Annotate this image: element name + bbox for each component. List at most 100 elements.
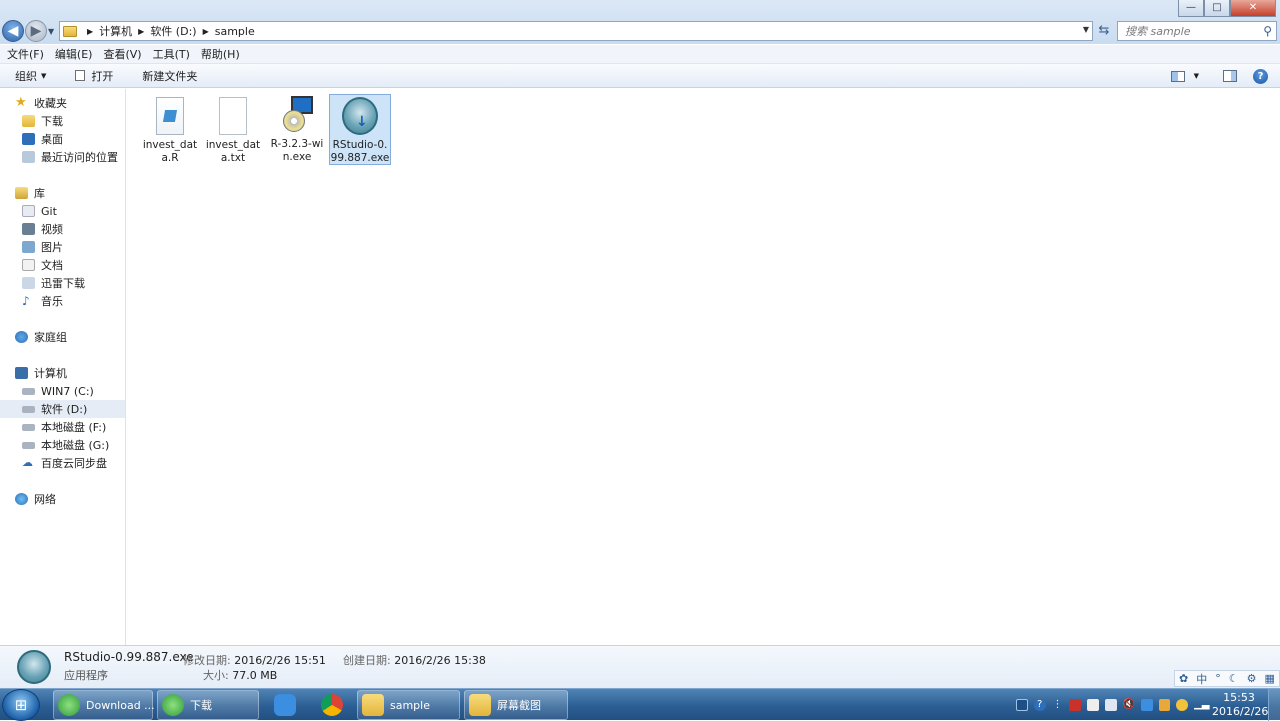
window-title-bar: — □ ✕ ◀ ▶ ▼ ▶ 计算机 ▶ 软件 (D:) ▶ sample ▼ ⇆ 搜… bbox=[0, 0, 1280, 44]
file-item[interactable]: invest_dat a.txt bbox=[202, 94, 264, 165]
document-icon bbox=[22, 259, 35, 271]
tray-app-icon[interactable] bbox=[1158, 699, 1171, 711]
nav-item-baidu-cloud[interactable]: ☁ 百度云同步盘 bbox=[22, 454, 107, 472]
preview-pane-icon[interactable] bbox=[1223, 70, 1237, 82]
tray-app-icon[interactable] bbox=[1140, 699, 1153, 711]
details-file-type: 应用程序 bbox=[64, 669, 108, 682]
chevron-right-icon[interactable]: ▶ bbox=[138, 27, 144, 36]
address-bar[interactable]: ▶ 计算机 ▶ 软件 (D:) ▶ sample ▼ bbox=[59, 21, 1093, 41]
details-size: 大小: 77.0 MB bbox=[203, 669, 278, 682]
nav-item-downloads[interactable]: 下载 bbox=[22, 112, 63, 130]
menu-view[interactable]: 查看(V) bbox=[103, 46, 141, 62]
back-button[interactable]: ◀ bbox=[2, 20, 24, 42]
view-options-chevron-icon[interactable]: ▼ bbox=[1194, 72, 1199, 80]
nav-favorites[interactable]: ★ 收藏夹 bbox=[15, 94, 67, 112]
rstudio-installer-icon bbox=[342, 97, 378, 135]
nav-item-music[interactable]: ♪ 音乐 bbox=[22, 292, 63, 310]
taskbar-item[interactable]: 下载 bbox=[157, 690, 259, 720]
volume-muted-icon[interactable]: 🔇 bbox=[1123, 699, 1135, 711]
ime-punctuation-icon[interactable]: ° bbox=[1215, 672, 1221, 685]
taskbar-item[interactable]: 屏幕截图 bbox=[464, 690, 568, 720]
chevron-right-icon[interactable]: ▶ bbox=[87, 27, 93, 36]
nav-network[interactable]: 网络 bbox=[15, 490, 56, 508]
nav-item-git[interactable]: Git bbox=[22, 202, 57, 220]
nav-item-pictures[interactable]: 图片 bbox=[22, 238, 63, 256]
taskbar-pinned-chrome[interactable] bbox=[314, 690, 350, 720]
show-desktop-button[interactable] bbox=[1268, 689, 1280, 721]
close-button[interactable]: ✕ bbox=[1230, 0, 1276, 17]
taskbar-item[interactable]: Download ... bbox=[53, 690, 155, 720]
nav-library[interactable]: 库 bbox=[15, 184, 45, 202]
tray-app-icon[interactable] bbox=[1176, 699, 1189, 711]
menu-tools[interactable]: 工具(T) bbox=[153, 46, 190, 62]
system-tray: ? ⋮ 🔇 ▁▃ bbox=[1016, 689, 1212, 721]
desktop-icon bbox=[22, 133, 35, 145]
breadcrumb-sample[interactable]: sample bbox=[215, 25, 255, 38]
nav-item-documents[interactable]: 文档 bbox=[22, 256, 63, 274]
ime-settings-icon[interactable]: ⚙ bbox=[1247, 672, 1257, 685]
open-button[interactable]: 打开 bbox=[61, 68, 113, 84]
new-folder-button[interactable]: 新建文件夹 bbox=[128, 68, 197, 84]
file-item[interactable]: R-3.2.3-wi n.exe bbox=[266, 94, 328, 165]
window-controls: — □ ✕ bbox=[1178, 0, 1276, 17]
search-input[interactable]: 搜索 sample ⚲ bbox=[1117, 21, 1277, 41]
nav-item-videos[interactable]: 视频 bbox=[22, 220, 63, 238]
taskbar-clock[interactable]: 15:53 2016/2/26 bbox=[1212, 691, 1268, 719]
nav-item-drive-d[interactable]: 软件 (D:) bbox=[0, 400, 125, 418]
nav-item-thunder-downloads[interactable]: 迅雷下载 bbox=[22, 274, 85, 292]
folder-icon bbox=[469, 694, 491, 716]
help-icon[interactable]: ? bbox=[1253, 68, 1268, 84]
minimize-button[interactable]: — bbox=[1178, 0, 1204, 17]
tray-app-icon[interactable] bbox=[1069, 699, 1082, 711]
tray-app-icon[interactable] bbox=[1016, 699, 1028, 711]
nav-computer[interactable]: 计算机 bbox=[15, 364, 67, 382]
nav-homegroup[interactable]: 家庭组 bbox=[15, 328, 67, 346]
text-file-icon bbox=[219, 97, 247, 135]
address-dropdown-icon[interactable]: ▼ bbox=[1083, 25, 1089, 34]
nav-item-drive-f[interactable]: 本地磁盘 (F:) bbox=[22, 418, 106, 436]
folder-icon bbox=[63, 25, 77, 37]
recent-pages-dropdown[interactable]: ▼ bbox=[48, 27, 54, 36]
ime-mode[interactable]: 中 bbox=[1196, 671, 1207, 687]
thunder-download-icon bbox=[22, 277, 35, 289]
ime-grid-icon[interactable]: ▦ bbox=[1265, 672, 1275, 685]
video-icon bbox=[22, 223, 35, 235]
refresh-icon[interactable]: ⇆ bbox=[1095, 21, 1113, 41]
taskbar-item[interactable]: sample bbox=[357, 690, 460, 720]
file-item[interactable]: invest_dat a.R bbox=[139, 94, 201, 165]
organize-button[interactable]: 组织 ▼ bbox=[15, 68, 46, 84]
ime-moon-icon[interactable]: ☾ bbox=[1229, 672, 1239, 685]
chevron-right-icon[interactable]: ▶ bbox=[203, 27, 209, 36]
menu-help[interactable]: 帮助(H) bbox=[201, 46, 240, 62]
help-tray-icon[interactable]: ? bbox=[1033, 699, 1046, 711]
maximize-button[interactable]: □ bbox=[1204, 0, 1230, 17]
cloud-sync-icon: ☁ bbox=[22, 456, 33, 469]
nav-item-desktop[interactable]: 桌面 bbox=[22, 130, 63, 148]
start-button[interactable]: ⊞ bbox=[2, 689, 40, 721]
taskbar-pinned-pen[interactable] bbox=[267, 690, 303, 720]
menu-file[interactable]: 文件(F) bbox=[7, 46, 44, 62]
nav-item-recent-places[interactable]: 最近访问的位置 bbox=[22, 148, 118, 166]
breadcrumb-computer[interactable]: 计算机 ▶ bbox=[99, 23, 150, 39]
homegroup-icon bbox=[15, 331, 28, 343]
browser-download-icon bbox=[58, 694, 80, 716]
ime-toolbar[interactable]: ✿ 中 ° ☾ ⚙ ▦ bbox=[1174, 670, 1280, 687]
nav-item-drive-c[interactable]: WIN7 (C:) bbox=[22, 382, 94, 400]
breadcrumb-drive-d[interactable]: 软件 (D:) ▶ bbox=[150, 23, 214, 39]
details-file-name: RStudio-0.99.887.exe bbox=[64, 650, 194, 664]
change-view-icon[interactable] bbox=[1170, 70, 1185, 82]
tray-expand-icon[interactable]: ⋮ bbox=[1052, 699, 1064, 711]
network-signal-icon[interactable]: ▁▃ bbox=[1194, 699, 1209, 711]
tray-app-icon[interactable] bbox=[1104, 699, 1117, 711]
command-bar: 组织 ▼ 打开 新建文件夹 ▼ ? bbox=[0, 64, 1280, 88]
nav-item-drive-g[interactable]: 本地磁盘 (G:) bbox=[22, 436, 109, 454]
file-item-selected[interactable]: RStudio-0. 99.887.exe bbox=[329, 94, 391, 165]
ime-paw-icon[interactable]: ✿ bbox=[1179, 672, 1188, 685]
forward-button[interactable]: ▶ bbox=[25, 20, 47, 42]
folder-icon bbox=[362, 694, 384, 716]
tray-app-icon[interactable] bbox=[1087, 699, 1099, 711]
chevron-down-icon: ▼ bbox=[41, 71, 47, 80]
menu-edit[interactable]: 编辑(E) bbox=[55, 46, 93, 62]
drive-icon bbox=[22, 441, 35, 449]
search-icon[interactable]: ⚲ bbox=[1263, 24, 1272, 38]
